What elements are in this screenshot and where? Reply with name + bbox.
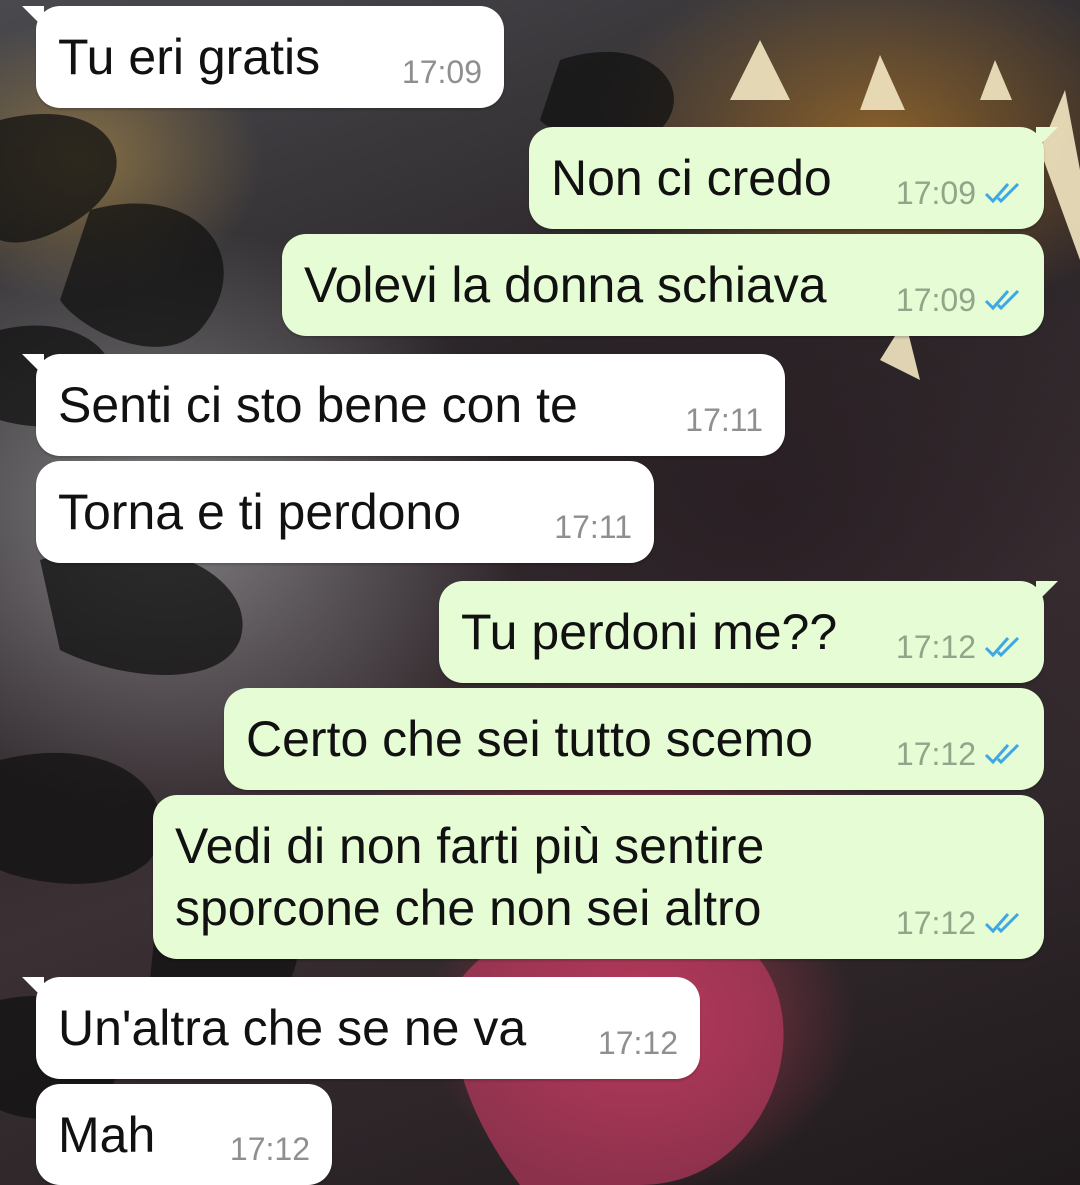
bubble-tail-icon xyxy=(22,977,44,999)
bubble-tail-icon xyxy=(1036,581,1058,603)
read-ticks-icon xyxy=(984,743,1020,765)
message-time: 17:12 xyxy=(597,1025,678,1061)
read-ticks-icon xyxy=(984,912,1020,934)
message-time: 17:09 xyxy=(895,175,976,211)
message-time: 17:12 xyxy=(895,905,976,941)
message-bubble-outgoing[interactable]: Volevi la donna schiava 17:09 xyxy=(282,234,1044,336)
message-meta: 17:12 xyxy=(896,629,1022,665)
message-text: Non ci credo xyxy=(551,150,832,206)
message-meta: 17:09 xyxy=(896,282,1022,318)
message-meta: 17:11 xyxy=(685,402,763,438)
message-time: 17:11 xyxy=(685,402,763,438)
message-meta: 17:11 xyxy=(554,509,632,545)
read-ticks-icon xyxy=(984,636,1020,658)
message-text: Mah xyxy=(58,1107,156,1163)
bubble-tail-icon xyxy=(1036,127,1058,149)
read-ticks-icon xyxy=(984,182,1020,204)
read-ticks-icon xyxy=(984,289,1020,311)
message-time: 17:12 xyxy=(895,736,976,772)
message-meta: 17:09 xyxy=(402,54,482,90)
message-text: Vedi di non farti più sentire sporcone c… xyxy=(175,818,765,936)
message-bubble-outgoing[interactable]: Vedi di non farti più sentire sporcone c… xyxy=(153,795,1044,959)
message-time: 17:12 xyxy=(229,1131,310,1167)
message-meta: 17:12 xyxy=(896,736,1022,772)
message-bubble-outgoing[interactable]: Certo che sei tutto scemo 17:12 xyxy=(224,688,1044,790)
message-meta: 17:12 xyxy=(230,1131,310,1167)
message-time: 17:09 xyxy=(895,282,976,318)
message-time: 17:09 xyxy=(401,54,482,90)
message-bubble-incoming[interactable]: Un'altra che se ne va 17:12 xyxy=(22,977,700,1079)
message-bubble-incoming[interactable]: Torna e ti perdono 17:11 xyxy=(36,461,654,563)
message-bubble-outgoing[interactable]: Tu perdoni me?? 17:12 xyxy=(439,581,1058,683)
message-time: 17:12 xyxy=(895,629,976,665)
message-bubble-outgoing[interactable]: Non ci credo 17:09 xyxy=(529,127,1058,229)
bubble-tail-icon xyxy=(22,354,44,376)
message-text: Senti ci sto bene con te xyxy=(58,377,578,433)
message-text: Un'altra che se ne va xyxy=(58,1000,527,1056)
bubble-tail-icon xyxy=(22,6,44,28)
message-text: Tu perdoni me?? xyxy=(461,604,838,660)
message-time: 17:11 xyxy=(554,509,632,545)
message-text: Tu eri gratis xyxy=(58,29,321,85)
message-bubble-incoming[interactable]: Senti ci sto bene con te 17:11 xyxy=(22,354,785,456)
message-text: Volevi la donna schiava xyxy=(304,257,827,313)
message-bubble-incoming[interactable]: Tu eri gratis 17:09 xyxy=(22,6,504,108)
message-meta: 17:09 xyxy=(896,175,1022,211)
message-text: Certo che sei tutto scemo xyxy=(246,711,813,767)
message-meta: 17:12 xyxy=(598,1025,678,1061)
message-meta: 17:12 xyxy=(896,905,1022,941)
message-text: Torna e ti perdono xyxy=(58,484,462,540)
message-bubble-incoming[interactable]: Mah 17:12 xyxy=(36,1084,332,1185)
